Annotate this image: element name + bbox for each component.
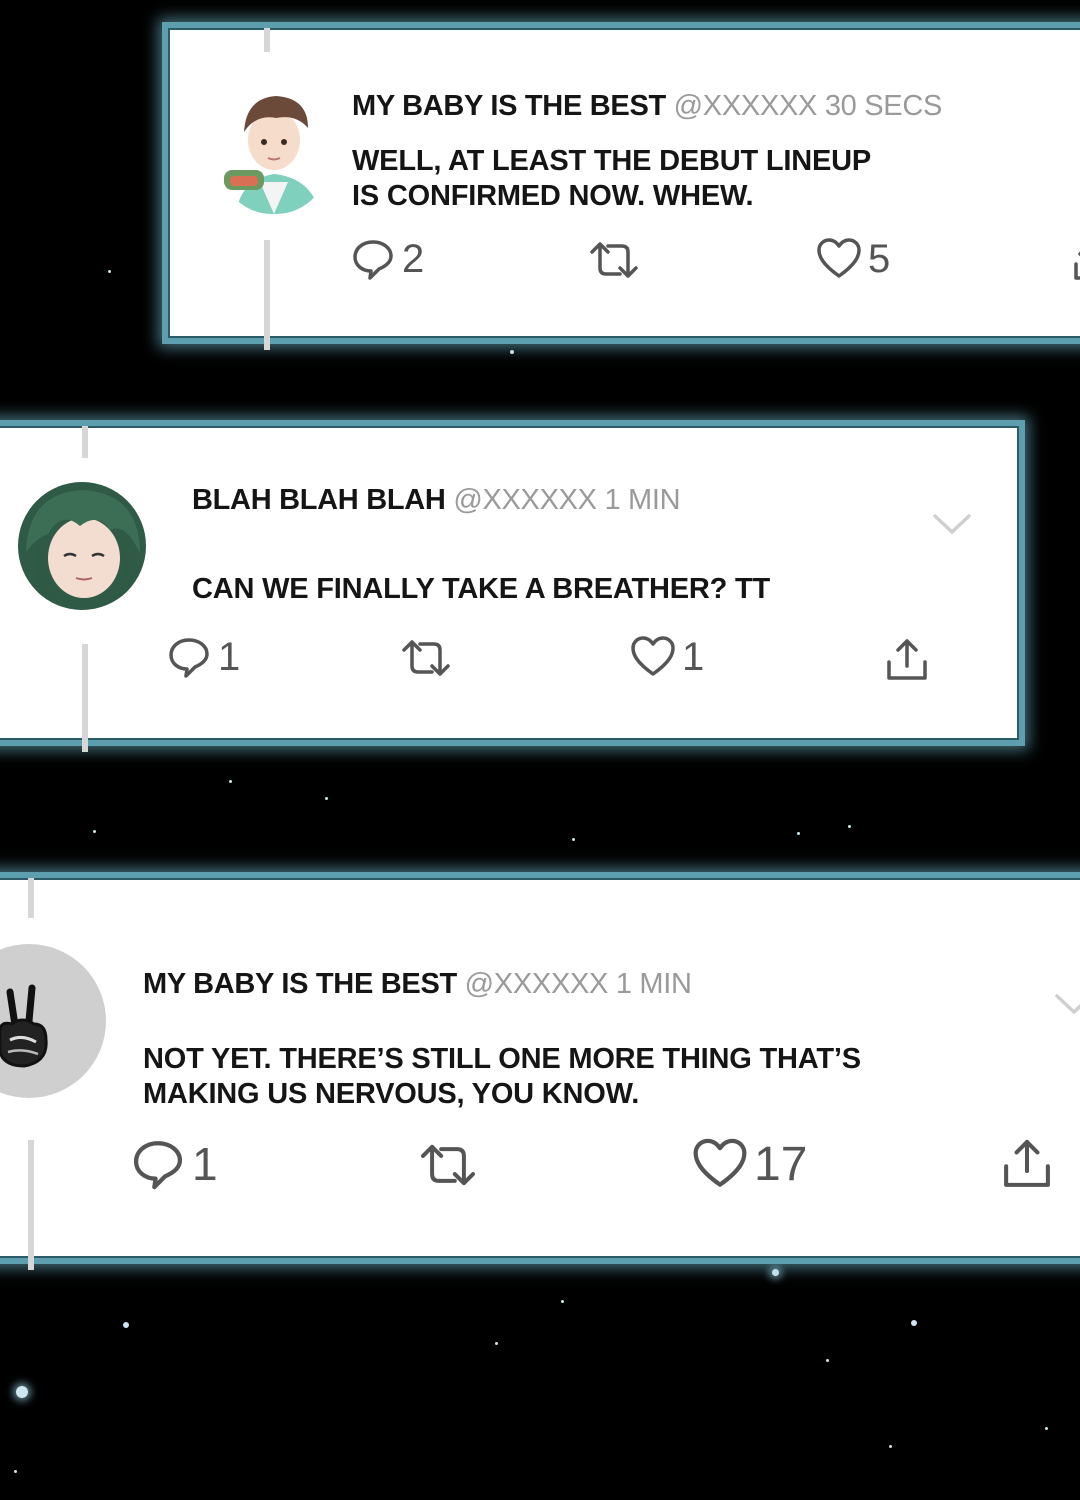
retweet-button[interactable] (586, 238, 642, 282)
tweet-meta: MY BABY IS THE BEST @XXXXXX 1 MIN (143, 968, 692, 1001)
thread-line (28, 1140, 34, 1270)
share-icon (1068, 240, 1080, 284)
tweet-text: NOT YET. THERE’S STILL ONE MORE THING TH… (143, 1043, 861, 1110)
author-name[interactable]: MY BABY IS THE BEST (352, 90, 666, 122)
chevron-down-icon[interactable] (1054, 992, 1080, 1021)
share-icon (882, 636, 932, 684)
retweet-icon (398, 636, 454, 680)
thread-line (82, 644, 88, 752)
like-button[interactable]: 1 (630, 634, 704, 680)
author-name[interactable]: MY BABY IS THE BEST (143, 968, 457, 1000)
tweet-card[interactable]: MY BABY IS THE BEST @XXXXXX 1 MIN NOT YE… (0, 872, 1080, 1270)
share-button[interactable] (882, 636, 932, 684)
author-handle-time: @XXXXXX 1 MIN (453, 484, 681, 516)
anime-boy-green-hair-avatar[interactable] (18, 482, 146, 610)
reply-icon (130, 1136, 186, 1192)
peace-sign-hand-avatar[interactable] (0, 944, 106, 1098)
tweet-card[interactable]: BLAH BLAH BLAH @XXXXXX 1 MIN CAN WE FINA… (0, 420, 1025, 752)
like-count: 1 (682, 634, 705, 679)
author-handle-time: @XXXXXX 30 SECS (673, 90, 943, 122)
heart-icon (692, 1136, 748, 1192)
tweet-meta: MY BABY IS THE BEST @XXXXXX 30 SECS (352, 90, 942, 123)
tweet-meta: BLAH BLAH BLAH @XXXXXX 1 MIN (192, 484, 681, 517)
author-name[interactable]: BLAH BLAH BLAH (192, 484, 446, 516)
retweet-icon (416, 1140, 480, 1190)
heart-icon (816, 236, 862, 282)
thread-line (264, 240, 270, 350)
author-handle-time: @XXXXXX 1 MIN (464, 968, 692, 1000)
share-button[interactable] (1068, 240, 1080, 284)
like-button[interactable]: 17 (692, 1136, 807, 1192)
like-count: 5 (868, 236, 891, 281)
heart-icon (630, 634, 676, 680)
chevron-down-icon[interactable] (932, 512, 972, 541)
retweet-button[interactable] (398, 636, 454, 680)
reply-icon (350, 236, 396, 282)
like-button[interactable]: 5 (816, 236, 890, 282)
reply-button[interactable]: 1 (166, 634, 240, 680)
reply-count: 1 (218, 634, 241, 679)
thread-line (28, 878, 34, 918)
share-button[interactable] (998, 1136, 1056, 1192)
reply-icon (166, 634, 212, 680)
retweet-icon (586, 238, 642, 282)
thread-line (82, 426, 88, 458)
tweet-card[interactable]: MY BABY IS THE BEST @XXXXXX 30 SECS WELL… (162, 22, 1080, 350)
reply-button[interactable]: 1 (130, 1136, 218, 1192)
anime-boy-brown-hair-avatar[interactable] (216, 84, 332, 214)
reply-count: 2 (402, 236, 425, 281)
thread-line (264, 28, 270, 52)
like-count: 17 (754, 1137, 808, 1191)
tweet-text: WELL, AT LEAST THE DEBUT LINEUP IS CONFI… (352, 145, 872, 212)
share-icon (998, 1136, 1056, 1192)
reply-count: 1 (192, 1138, 218, 1190)
tweet-text: CAN WE FINALLY TAKE A BREATHER? TT (192, 573, 771, 605)
reply-button[interactable]: 2 (350, 236, 424, 282)
retweet-button[interactable] (416, 1140, 480, 1190)
